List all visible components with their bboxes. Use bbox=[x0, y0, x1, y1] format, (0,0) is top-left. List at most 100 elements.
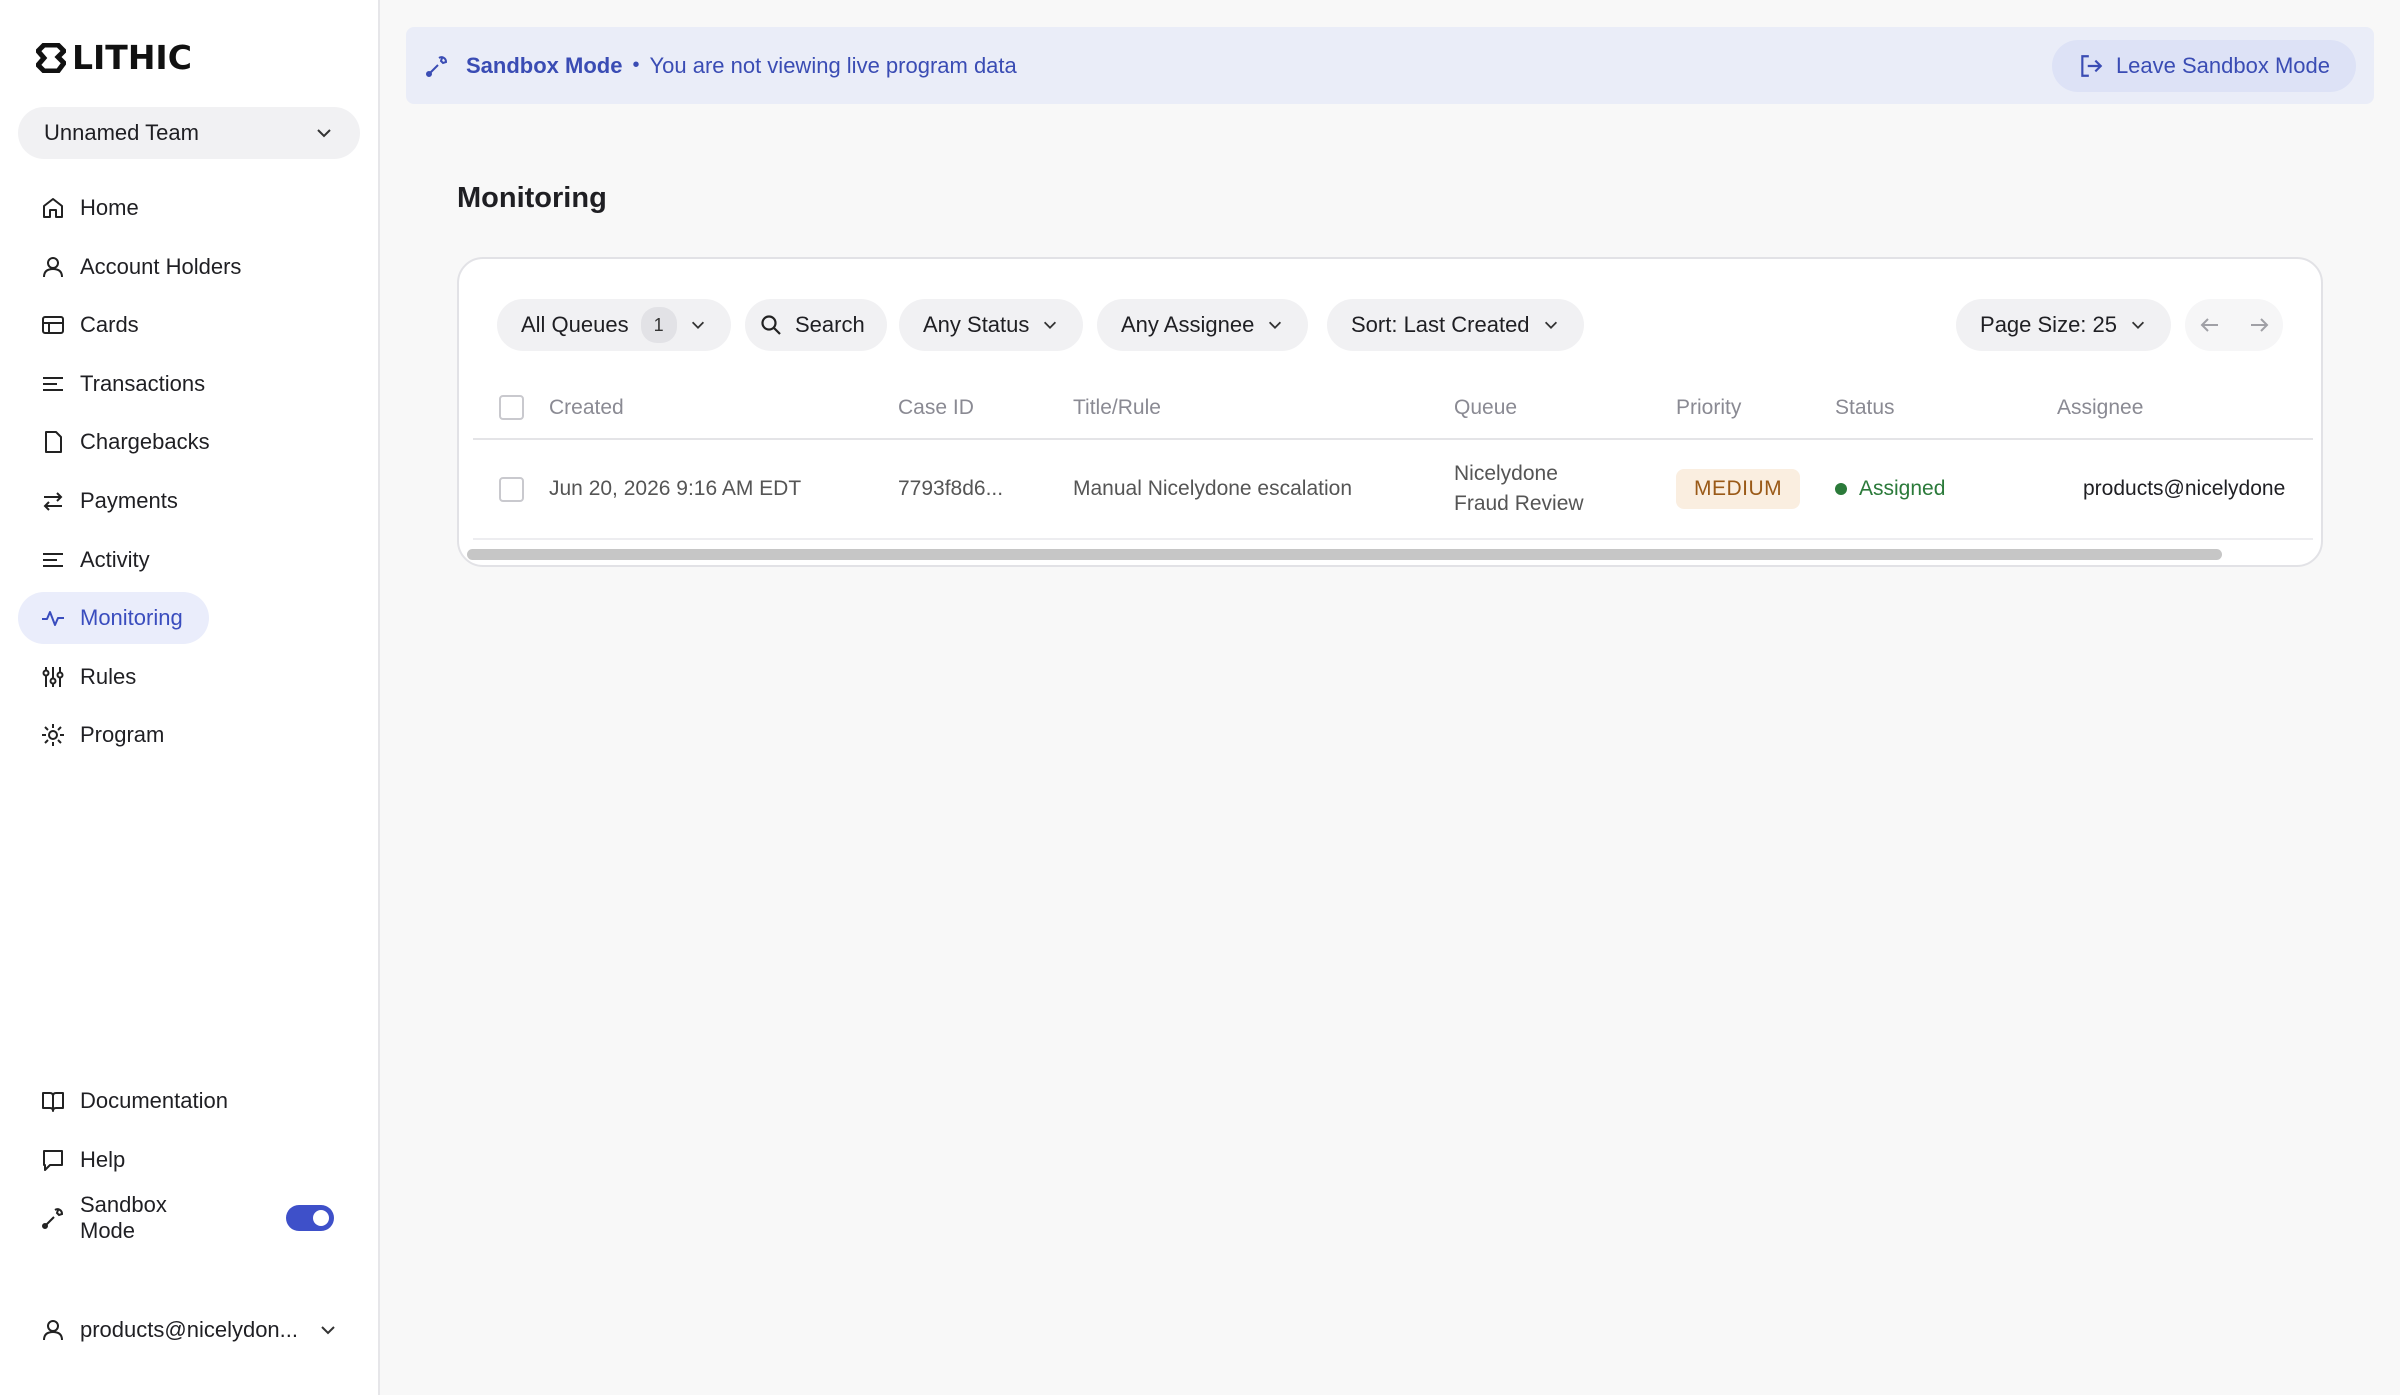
chevron-down-icon bbox=[2131, 321, 2145, 329]
home-icon bbox=[43, 198, 63, 218]
sandbox-banner: Sandbox Mode • You are not viewing live … bbox=[406, 27, 2374, 104]
file-icon bbox=[45, 431, 62, 454]
queues-filter[interactable]: All Queues 1 bbox=[497, 299, 731, 351]
previous-page-button[interactable] bbox=[2199, 314, 2221, 336]
queues-count-badge: 1 bbox=[640, 307, 677, 343]
sidebar-item-label: Transactions bbox=[80, 370, 206, 396]
sidebar-item-monitoring[interactable]: Monitoring bbox=[18, 592, 209, 645]
pulse-icon bbox=[42, 611, 64, 627]
sidebar-item-transactions[interactable]: Transactions bbox=[18, 358, 231, 410]
sidebar: LITHIC Unnamed Team Home Account Holders… bbox=[0, 0, 380, 1395]
sidebar-item-label: Home bbox=[80, 195, 139, 220]
page-title: Monitoring bbox=[457, 182, 607, 214]
lines-icon bbox=[43, 552, 63, 567]
chevron-down-icon bbox=[317, 129, 331, 138]
sort-dropdown[interactable]: Sort: Last Created bbox=[1327, 299, 1584, 351]
column-header-queue[interactable]: Queue bbox=[1454, 377, 1676, 440]
status-label: Assigned bbox=[1859, 477, 1946, 500]
sidebar-item-program[interactable]: Program bbox=[18, 709, 190, 761]
queues-filter-label: All Queues bbox=[521, 312, 629, 337]
page-size-label: Page Size: 25 bbox=[1980, 312, 2117, 337]
sidebar-item-cards[interactable]: Cards bbox=[18, 299, 165, 351]
row-select-cell bbox=[473, 439, 549, 540]
column-header-title[interactable]: Title/Rule bbox=[1073, 377, 1454, 440]
chevron-down-icon bbox=[1044, 321, 1057, 329]
cell-created: Jun 20, 2026 9:16 AM EDT bbox=[549, 439, 898, 540]
sidebar-item-payments[interactable]: Payments bbox=[18, 475, 204, 527]
chevron-down-icon bbox=[1544, 321, 1557, 329]
sidebar-item-label: Sandbox Mode bbox=[80, 1192, 167, 1244]
cell-case-id[interactable]: 7793f8d6... bbox=[898, 439, 1073, 540]
cases-card: All Queues 1 Search Any Status Any Assig… bbox=[457, 257, 2323, 567]
sandbox-mode-toggle[interactable] bbox=[286, 1205, 334, 1232]
queue-line-2: Fraud Review bbox=[1454, 492, 1584, 515]
brand-name: LITHIC bbox=[72, 38, 192, 77]
page-size-dropdown[interactable]: Page Size: 25 bbox=[1956, 299, 2171, 351]
next-page-button[interactable] bbox=[2248, 314, 2270, 336]
cell-queue: Nicelydone Fraud Review bbox=[1454, 439, 1676, 540]
banner-title: Sandbox Mode bbox=[466, 52, 623, 78]
main-nav: Home Account Holders Cards Transactions … bbox=[18, 182, 360, 768]
gear-icon bbox=[42, 724, 64, 747]
column-header-created[interactable]: Created bbox=[549, 377, 898, 440]
cell-title: Manual Nicelydone escalation bbox=[1073, 439, 1454, 540]
sidebar-item-label: Activity bbox=[80, 546, 150, 572]
queue-line-1: Nicelydone bbox=[1454, 462, 1558, 485]
cell-status: Assigned bbox=[1835, 439, 2057, 540]
sidebar-item-documentation[interactable]: Documentation bbox=[18, 1075, 254, 1127]
arrow-right-icon bbox=[2250, 318, 2268, 332]
book-icon bbox=[42, 1092, 64, 1112]
leave-sandbox-button[interactable]: Leave Sandbox Mode bbox=[2051, 39, 2356, 92]
status-filter[interactable]: Any Status bbox=[899, 299, 1084, 351]
banner-message: You are not viewing live program data bbox=[649, 52, 1017, 78]
sidebar-item-label: Chargebacks bbox=[80, 429, 210, 455]
search-icon bbox=[761, 315, 781, 335]
sidebar-item-label: Account Holders bbox=[80, 253, 242, 279]
row-checkbox[interactable] bbox=[499, 476, 524, 502]
wrench-icon bbox=[426, 55, 448, 77]
sidebar-item-home[interactable]: Home bbox=[18, 182, 165, 234]
exit-icon bbox=[2081, 54, 2103, 77]
cell-priority: MEDIUM bbox=[1676, 439, 1835, 540]
chevron-down-icon bbox=[691, 321, 704, 329]
sidebar-item-label: Cards bbox=[80, 312, 139, 338]
table-row[interactable]: Jun 20, 2026 9:16 AM EDT 7793f8d6... Man… bbox=[473, 439, 2313, 540]
status-badge: Assigned bbox=[1835, 477, 2057, 501]
sort-label: Sort: Last Created bbox=[1351, 312, 1530, 337]
user-email: products@nicelydon... bbox=[80, 1317, 299, 1342]
select-all-cell bbox=[473, 377, 549, 440]
search-button[interactable]: Search bbox=[745, 299, 887, 351]
table-header-row: Created Case ID Title/Rule Queue Priorit… bbox=[473, 377, 2313, 440]
sidebar-item-activity[interactable]: Activity bbox=[18, 534, 176, 586]
cases-toolbar: All Queues 1 Search Any Status Any Assig… bbox=[497, 299, 2283, 351]
sidebar-item-sandbox-mode[interactable]: Sandbox Mode bbox=[18, 1192, 360, 1244]
assignee-filter[interactable]: Any Assignee bbox=[1097, 299, 1309, 351]
user-icon bbox=[43, 1320, 63, 1341]
sidebar-item-label: Payments bbox=[80, 487, 178, 513]
column-header-priority[interactable]: Priority bbox=[1676, 377, 1835, 440]
select-all-checkbox[interactable] bbox=[499, 395, 524, 420]
sidebar-item-account-holders[interactable]: Account Holders bbox=[18, 241, 267, 293]
sidebar-item-label: Documentation bbox=[80, 1088, 228, 1113]
column-header-assignee[interactable]: Assignee bbox=[2057, 377, 2313, 440]
sidebar-footer-nav: Documentation Help Sandbox Mode bbox=[18, 1075, 360, 1251]
sliders-icon bbox=[42, 666, 64, 687]
sidebar-item-chargebacks[interactable]: Chargebacks bbox=[18, 416, 236, 468]
arrow-left-icon bbox=[2200, 318, 2218, 332]
lithic-logo[interactable]: LITHIC bbox=[36, 38, 192, 77]
user-menu[interactable]: products@nicelydon... bbox=[18, 1304, 360, 1356]
leave-sandbox-label: Leave Sandbox Mode bbox=[2115, 52, 2330, 78]
banner-separator: • bbox=[632, 54, 640, 76]
cases-table: Created Case ID Title/Rule Queue Priorit… bbox=[473, 377, 2313, 540]
chevron-down-icon bbox=[321, 1326, 335, 1335]
team-selector[interactable]: Unnamed Team bbox=[18, 107, 360, 159]
column-header-status[interactable]: Status bbox=[1835, 377, 2057, 440]
sidebar-item-rules[interactable]: Rules bbox=[18, 651, 162, 703]
sidebar-item-label: Program bbox=[80, 722, 165, 748]
sidebar-item-label: Help bbox=[80, 1146, 126, 1172]
search-label: Search bbox=[795, 312, 865, 337]
column-header-case-id[interactable]: Case ID bbox=[898, 377, 1073, 440]
status-filter-label: Any Status bbox=[923, 312, 1030, 337]
horizontal-scrollbar[interactable] bbox=[467, 549, 2222, 560]
sidebar-item-help[interactable]: Help bbox=[18, 1134, 151, 1186]
